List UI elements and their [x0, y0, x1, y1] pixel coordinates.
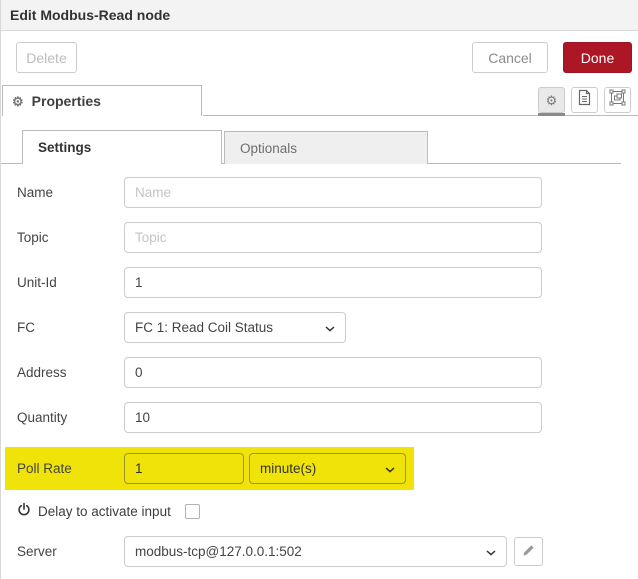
address-row: Address: [17, 357, 622, 388]
pencil-icon: [522, 544, 535, 560]
quantity-label: Quantity: [17, 410, 68, 425]
poll-rate-row-highlighted: Poll Rate minute(s): [5, 447, 414, 490]
chevron-down-icon: [385, 461, 395, 476]
tab-properties[interactable]: ⚙ Properties: [2, 85, 202, 116]
poll-rate-input[interactable]: [124, 453, 244, 484]
tab-settings[interactable]: Settings: [22, 130, 222, 164]
editor-tab-row: ⚙ Properties ⚙: [1, 83, 638, 116]
gear-icon: ⚙: [545, 92, 558, 108]
tab-optionals[interactable]: Optionals: [224, 131, 428, 164]
fc-selected-value: FC 1: Read Coil Status: [135, 320, 274, 335]
delay-checkbox[interactable]: [184, 503, 200, 519]
delay-label: Delay to activate input: [38, 503, 171, 519]
edit-server-button[interactable]: [514, 537, 543, 566]
quantity-row: Quantity: [17, 402, 622, 433]
name-row: Name: [17, 177, 622, 208]
cancel-button[interactable]: Cancel: [472, 42, 548, 73]
delay-row: Delay to activate input: [17, 502, 622, 520]
poll-rate-label: Poll Rate: [17, 461, 72, 476]
server-label: Server: [17, 544, 57, 559]
settings-tab-row: Settings Optionals: [1, 130, 638, 164]
action-bar: Delete Cancel Done: [1, 31, 638, 73]
dialog-title: Edit Modbus-Read node: [10, 7, 171, 23]
fc-select[interactable]: FC 1: Read Coil Status: [124, 312, 346, 343]
optionals-tab-label: Optionals: [240, 140, 298, 156]
name-input[interactable]: [124, 177, 542, 208]
node-settings-form: Name Topic Unit-Id FC FC 1: Read Coil St…: [1, 164, 638, 567]
quantity-input[interactable]: [124, 402, 542, 433]
address-input[interactable]: [124, 357, 542, 388]
dialog-titlebar: Edit Modbus-Read node: [1, 0, 638, 31]
editor-icon-buttons: ⚙: [538, 87, 631, 116]
gear-icon: ⚙: [12, 93, 24, 109]
poll-rate-unit-value: minute(s): [260, 461, 317, 476]
unit-id-label: Unit-Id: [17, 275, 57, 290]
poll-rate-unit-select[interactable]: minute(s): [249, 453, 406, 484]
appearance-icon: [609, 89, 626, 111]
server-selected-value: modbus-tcp@127.0.0.1:502: [135, 544, 302, 559]
chevron-down-icon: [325, 320, 335, 335]
topic-input[interactable]: [124, 222, 542, 253]
settings-tab-label: Settings: [38, 140, 92, 155]
topic-row: Topic: [17, 222, 622, 253]
unit-id-row: Unit-Id: [17, 267, 622, 298]
chevron-down-icon: [486, 544, 496, 559]
topic-label: Topic: [17, 230, 49, 245]
description-button[interactable]: [571, 87, 598, 113]
name-label: Name: [17, 185, 54, 200]
power-icon: [17, 502, 31, 520]
address-label: Address: [17, 365, 67, 380]
server-select[interactable]: modbus-tcp@127.0.0.1:502: [124, 536, 507, 567]
properties-tab-label: Properties: [31, 93, 101, 109]
done-button[interactable]: Done: [563, 42, 632, 73]
tab-row-divider: [203, 115, 638, 116]
properties-gear-button[interactable]: ⚙: [538, 87, 565, 116]
description-icon: [577, 89, 592, 111]
appearance-button[interactable]: [604, 87, 631, 113]
delete-button[interactable]: Delete: [16, 42, 77, 73]
edit-node-dialog: Edit Modbus-Read node Delete Cancel Done…: [0, 0, 638, 579]
server-row: Server modbus-tcp@127.0.0.1:502: [17, 536, 622, 567]
fc-label: FC: [17, 320, 35, 335]
unit-id-input[interactable]: [124, 267, 542, 298]
fc-row: FC FC 1: Read Coil Status: [17, 312, 622, 343]
